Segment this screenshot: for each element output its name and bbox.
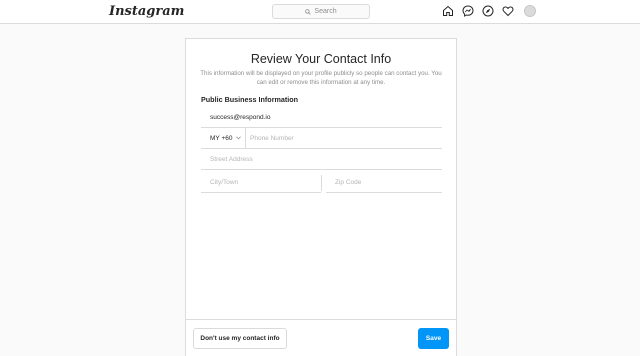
search-icon — [305, 8, 312, 15]
email-field[interactable]: success@respond.io — [201, 107, 442, 128]
dialog-footer: Don't use my contact info Save — [186, 319, 456, 356]
explore-icon[interactable] — [482, 5, 494, 17]
dont-use-contact-info-button[interactable]: Don't use my contact info — [193, 328, 287, 349]
street-address-input[interactable]: Street Address — [201, 149, 442, 170]
country-code-value: MY +60 — [210, 134, 233, 142]
home-icon[interactable] — [442, 5, 454, 17]
contact-info-dialog: Review Your Contact Info This informatio… — [185, 38, 457, 356]
zip-code-placeholder: Zip Code — [335, 178, 362, 186]
profile-avatar[interactable] — [524, 5, 536, 17]
email-value: success@respond.io — [210, 113, 271, 121]
street-address-placeholder: Street Address — [210, 155, 253, 163]
chevron-down-icon — [236, 136, 242, 140]
top-navigation-bar: Instagram Search — [0, 0, 640, 24]
dialog-title: Review Your Contact Info — [250, 52, 392, 66]
search-box[interactable]: Search — [272, 4, 370, 19]
field-divider — [321, 175, 322, 191]
city-placeholder: City/Town — [210, 178, 239, 186]
instagram-logo[interactable]: Instagram — [109, 4, 184, 19]
save-button[interactable]: Save — [418, 328, 449, 349]
city-input[interactable]: City/Town — [201, 172, 321, 193]
section-title: Public Business Information — [201, 95, 299, 104]
country-code-select[interactable]: MY +60 — [201, 128, 246, 148]
activity-heart-icon[interactable] — [502, 5, 514, 17]
phone-row: MY +60 Phone Number — [201, 128, 442, 149]
dialog-description: This information will be displayed on yo… — [200, 70, 442, 86]
search-placeholder: Search — [314, 8, 337, 15]
phone-number-input[interactable]: Phone Number — [246, 135, 294, 142]
zip-code-input[interactable]: Zip Code — [326, 172, 442, 193]
nav-icons — [442, 5, 536, 17]
messenger-icon[interactable] — [462, 5, 474, 17]
